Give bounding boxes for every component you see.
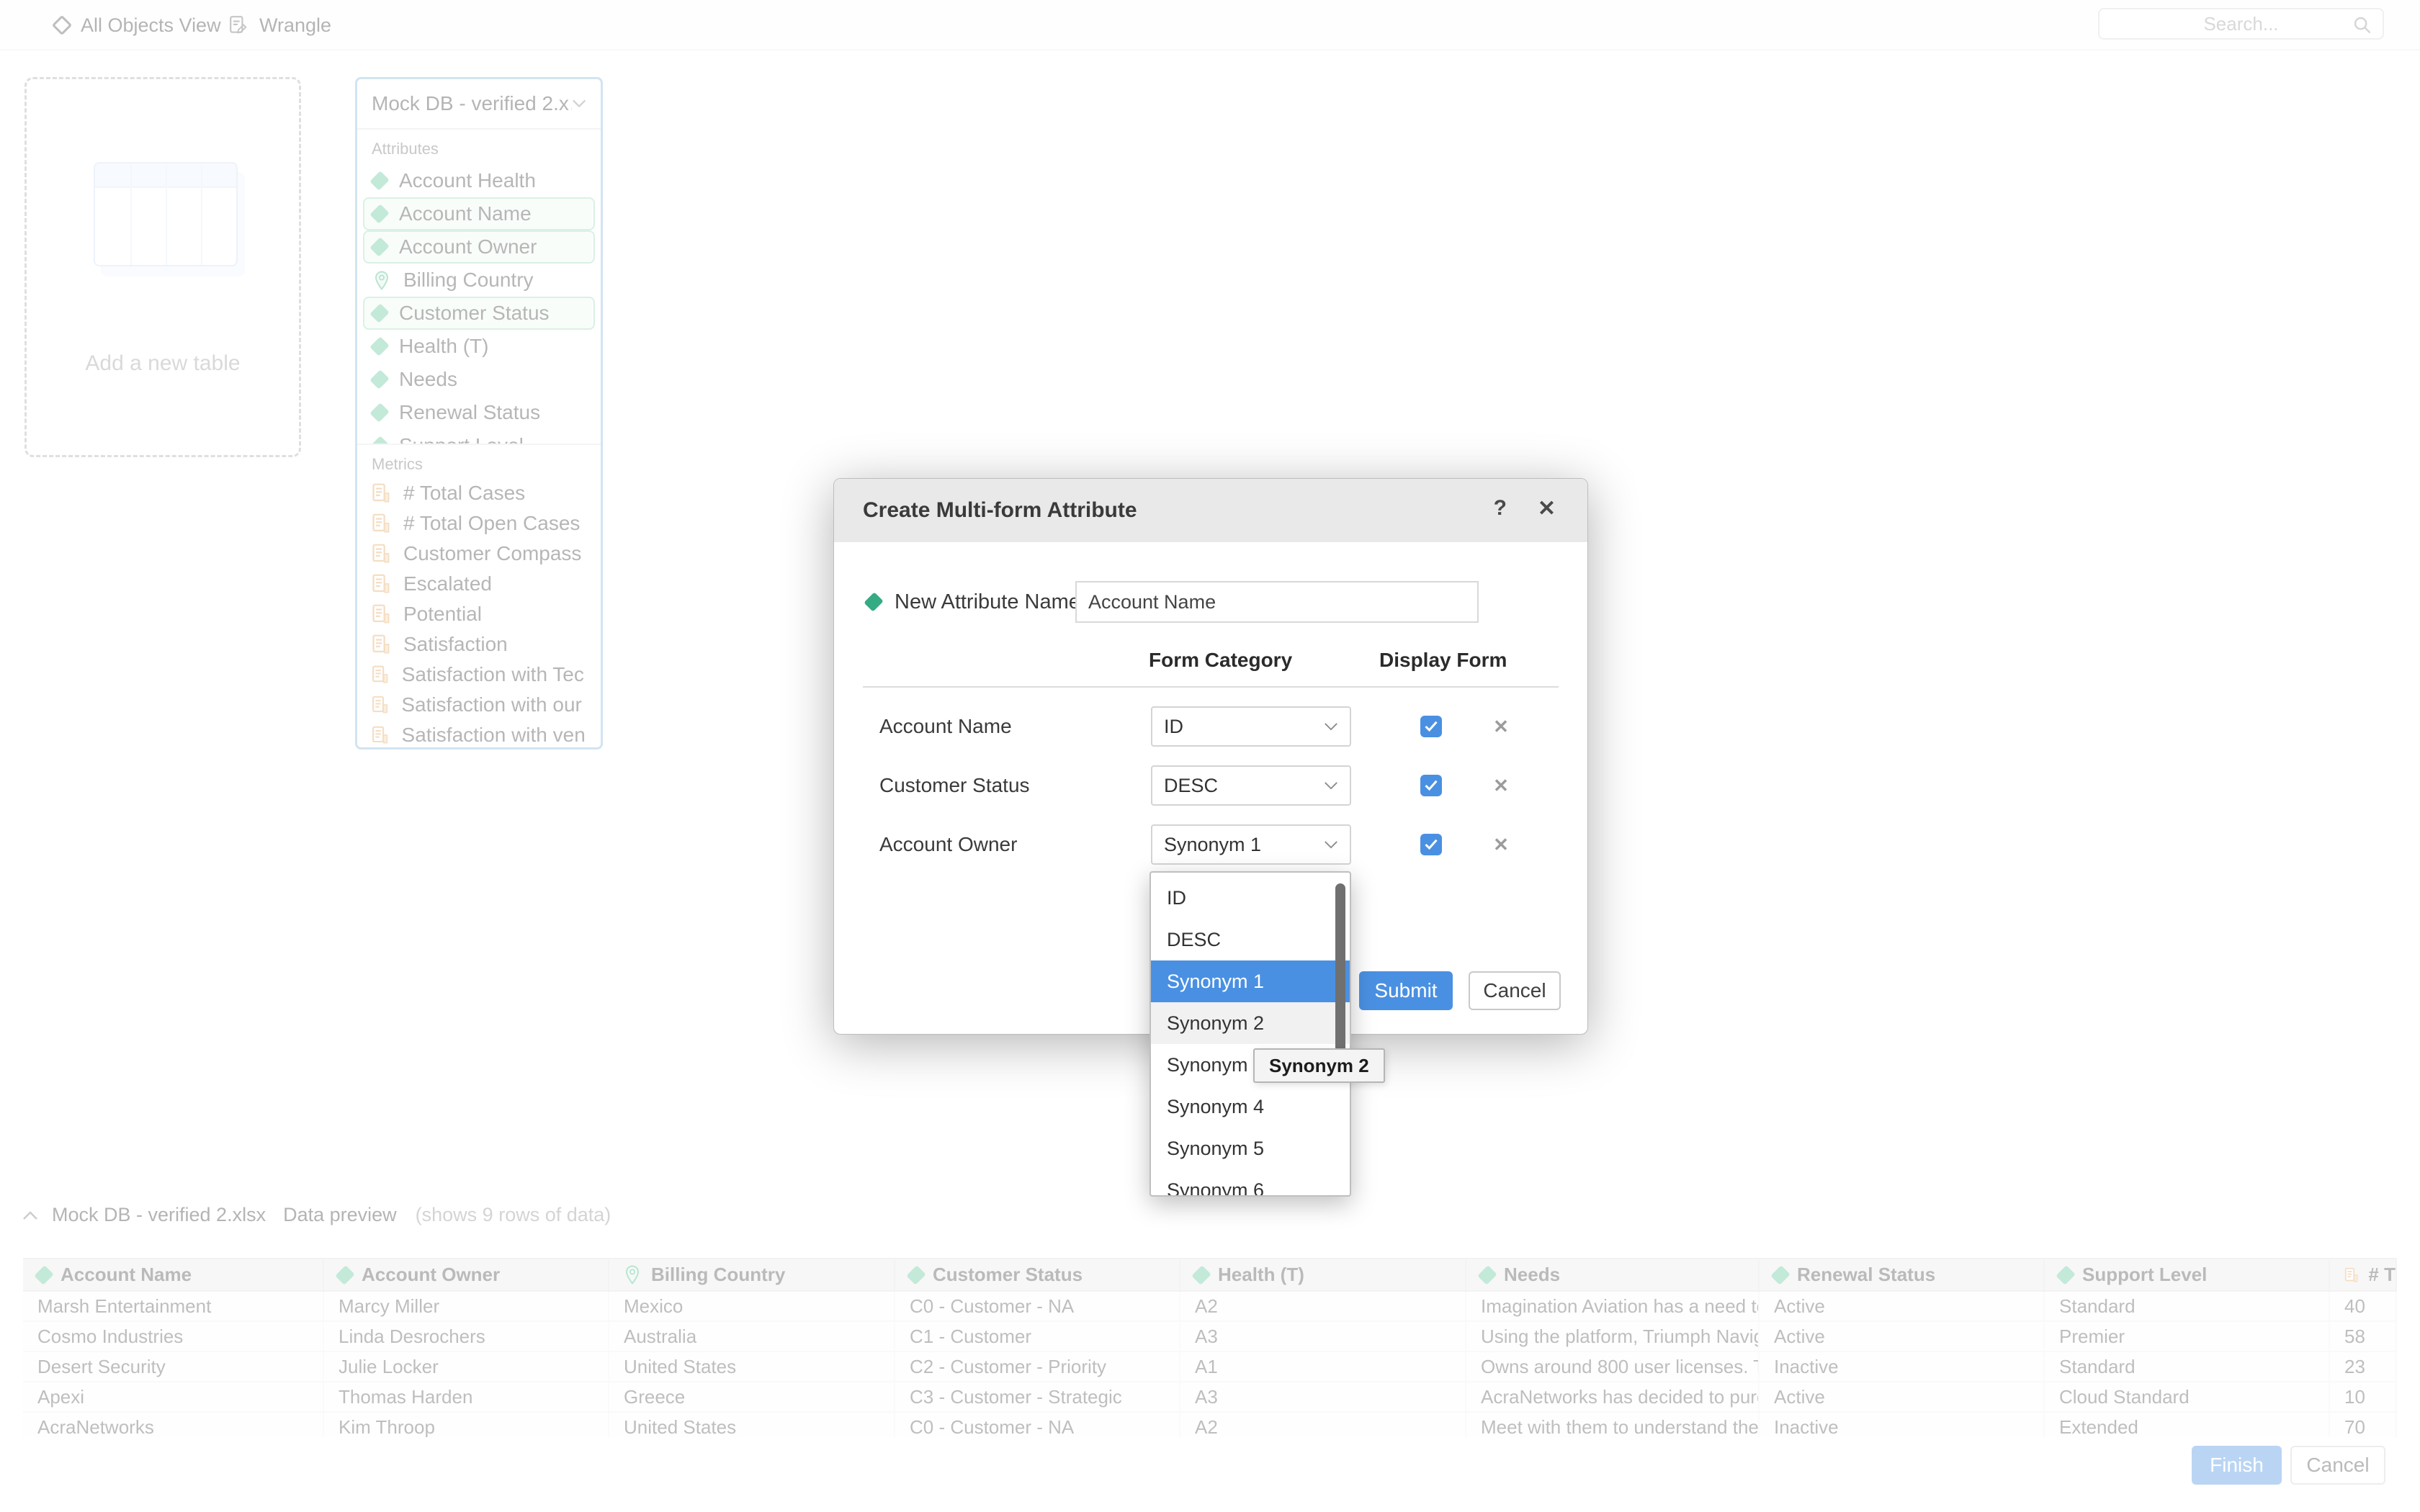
dropdown-option[interactable]: Synonym 5 [1151,1128,1350,1169]
chevron-down-icon [1324,840,1338,850]
display-form-column-header: Display Form [1379,649,1507,672]
dropdown-option[interactable]: Synonym 1 [1151,960,1350,1002]
remove-form-button[interactable]: ✕ [1489,706,1513,747]
attribute-diamond-icon [864,592,883,611]
dropdown-option[interactable]: Synonym 2 [1151,1002,1350,1044]
form-category-select[interactable]: ID [1151,706,1351,747]
display-form-checkbox[interactable] [1420,775,1442,796]
new-attribute-name-row: New Attribute Name: [867,581,1086,623]
close-icon[interactable]: ✕ [1538,496,1556,521]
check-icon [1424,779,1438,792]
form-category-value: Synonym 1 [1164,834,1261,856]
form-divider [863,686,1559,688]
new-attribute-name-label: New Attribute Name: [895,590,1086,614]
cancel-button[interactable]: Cancel [1469,971,1561,1010]
help-icon[interactable]: ? [1494,496,1507,521]
dropdown-option[interactable]: Synonym 4 [1151,1086,1350,1128]
dropdown-scrollbar[interactable] [1335,883,1345,1063]
dropdown-option[interactable]: DESC [1151,919,1350,960]
new-attribute-name-input[interactable] [1075,581,1479,623]
form-row-account-name: Account Name ID ✕ [834,706,1587,747]
dialog-header: Create Multi-form Attribute [834,479,1587,542]
form-category-dropdown-list: IDDESCSynonym 1Synonym 2Synonym 3Synonym… [1150,871,1351,1197]
form-row-label: Account Name [879,706,1012,747]
dropdown-option[interactable]: Synonym 6 [1151,1169,1350,1197]
form-row-label: Customer Status [879,765,1030,806]
option-tooltip: Synonym 2 [1253,1048,1385,1083]
form-category-column-header: Form Category [1149,649,1292,672]
form-category-select[interactable]: DESC [1151,765,1351,806]
dialog-title: Create Multi-form Attribute [863,498,1137,523]
app: All Objects View Wrangle [0,0,2420,1512]
check-icon [1424,838,1438,851]
form-row-label: Account Owner [879,824,1017,865]
chevron-down-icon [1324,781,1338,791]
form-category-select[interactable]: Synonym 1 [1151,824,1351,865]
remove-form-button[interactable]: ✕ [1489,765,1513,806]
display-form-checkbox[interactable] [1420,834,1442,855]
display-form-checkbox[interactable] [1420,716,1442,737]
submit-button[interactable]: Submit [1359,971,1453,1010]
form-row-customer-status: Customer Status DESC ✕ [834,765,1587,806]
remove-form-button[interactable]: ✕ [1489,824,1513,865]
form-category-value: ID [1164,716,1183,738]
check-icon [1424,720,1438,733]
chevron-down-icon [1324,722,1338,732]
form-row-account-owner: Account Owner Synonym 1 ✕ [834,824,1587,865]
form-category-value: DESC [1164,775,1218,797]
dropdown-option[interactable]: ID [1151,877,1350,919]
